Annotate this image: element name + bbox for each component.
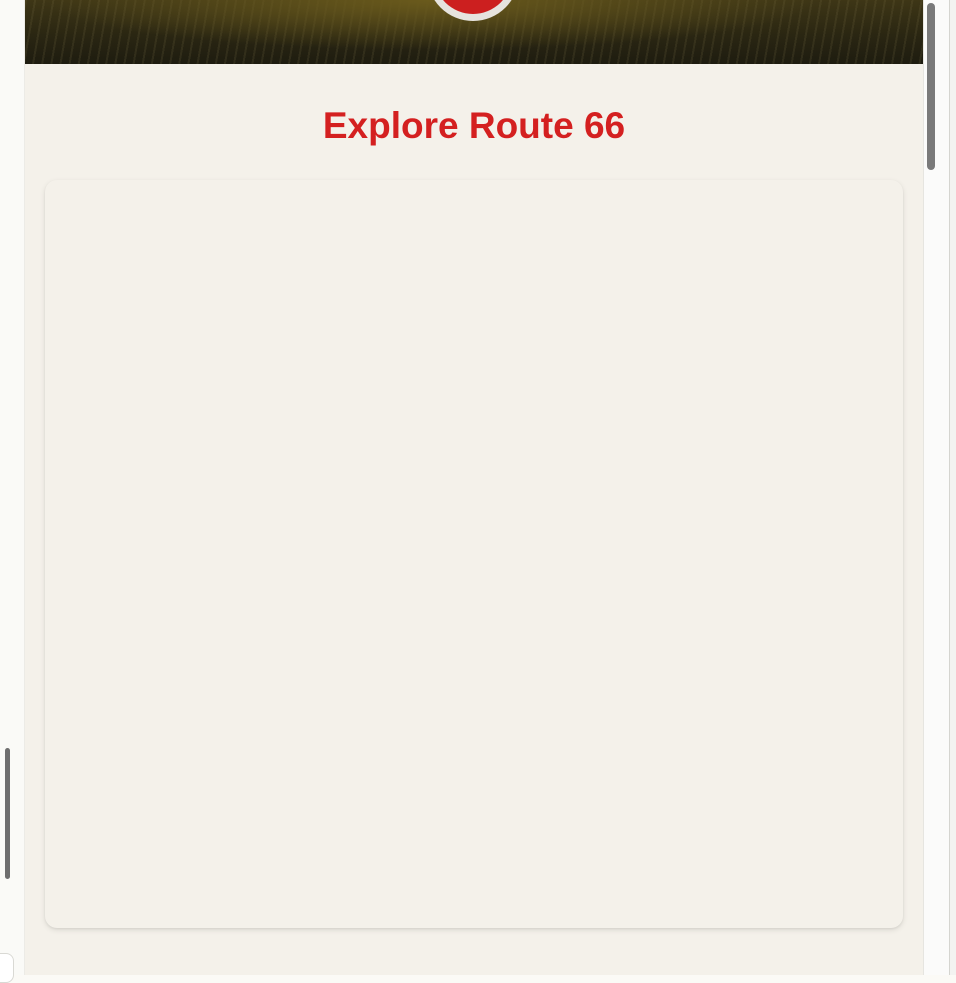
page-title: Explore Route 66 [322, 105, 626, 146]
hero-banner-image [25, 0, 923, 64]
page-scrollbar-thumb[interactable] [927, 3, 935, 170]
left-panel-gutter [0, 0, 25, 983]
left-panel-scrollbar[interactable] [5, 748, 10, 879]
page-content: Explore Route 66 [25, 0, 923, 975]
window-edge [949, 0, 956, 975]
route-66-shield-icon [434, 0, 512, 21]
route-map-panel[interactable] [45, 180, 903, 928]
left-panel-edge-handle[interactable] [0, 953, 14, 983]
